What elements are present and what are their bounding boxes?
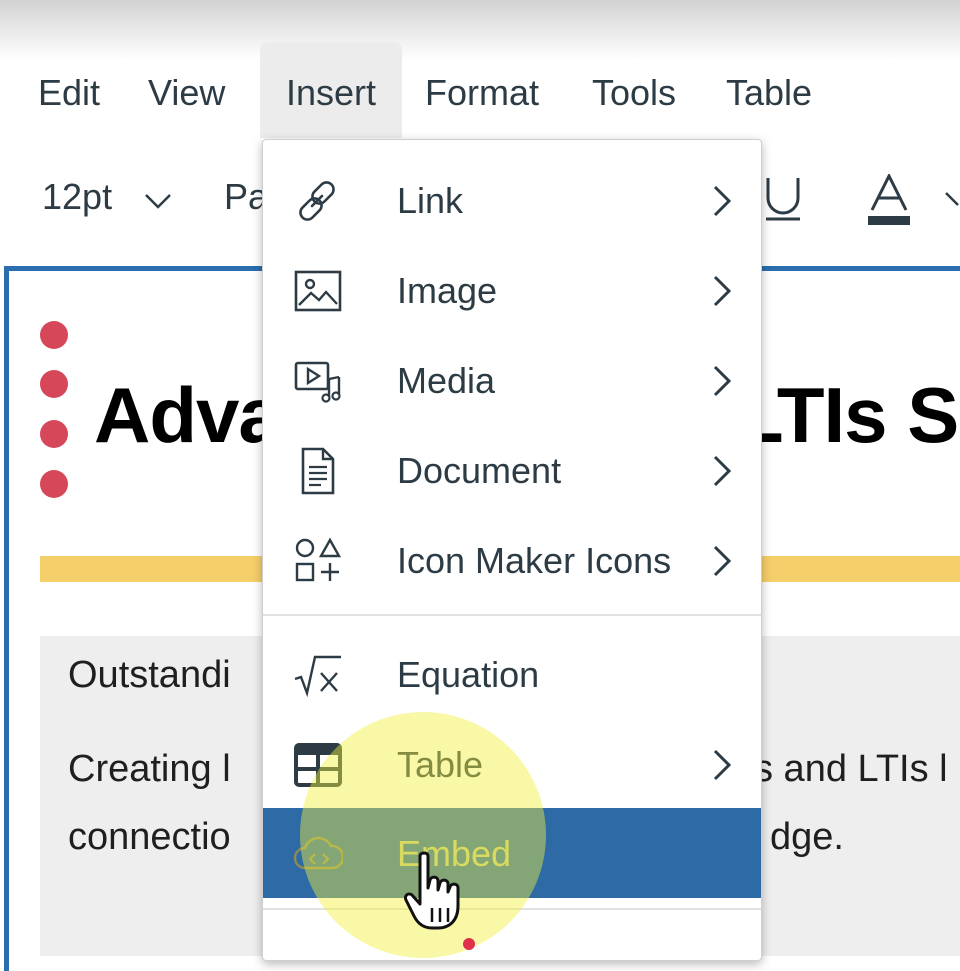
- hand-pointer-cursor-icon: [404, 851, 460, 930]
- menu-item-label: Image: [397, 270, 498, 311]
- body-text-line: s and LTIs l: [754, 748, 948, 790]
- menu-item-label: Document: [397, 450, 562, 491]
- menu-item-label: Table: [397, 744, 484, 785]
- insert-menu-item-media[interactable]: Media: [263, 335, 761, 425]
- menu-view[interactable]: View: [148, 42, 225, 138]
- menu-item-label: Link: [397, 180, 464, 221]
- font-size-value: 12pt: [42, 176, 113, 217]
- link-icon: [299, 181, 335, 221]
- insert-menu-item-image[interactable]: Image: [263, 245, 761, 335]
- text-color-icon[interactable]: [866, 174, 912, 226]
- bullet-dot: [40, 420, 68, 448]
- chevron-down-icon: [145, 194, 171, 209]
- body-text-line: Creating l: [68, 748, 231, 790]
- insert-menu-item-link[interactable]: Link: [263, 155, 761, 245]
- chevron-right-icon: [713, 275, 732, 307]
- bullet-dot: [40, 370, 68, 398]
- page-heading-right: LTIs S: [736, 371, 959, 459]
- body-text-line: dge.: [770, 816, 844, 858]
- body-text-line: connectio: [68, 816, 231, 858]
- cloud-embed-icon: [293, 836, 343, 870]
- menu-item-label: Equation: [397, 654, 540, 695]
- icon-maker-icon: [295, 537, 342, 582]
- menu-insert[interactable]: Insert: [260, 42, 402, 138]
- table-icon: [294, 743, 342, 787]
- menu-edit[interactable]: Edit: [38, 42, 100, 138]
- menu-separator: [263, 908, 761, 910]
- bullet-dot: [40, 321, 68, 349]
- chevron-down-icon[interactable]: [944, 190, 960, 208]
- media-icon: [294, 361, 341, 403]
- menu-item-label: Media: [397, 360, 496, 401]
- menu-item-label: Icon Maker Icons: [397, 540, 672, 581]
- chevron-right-icon: [713, 455, 732, 487]
- menu-table[interactable]: Table: [726, 42, 812, 138]
- menu-format[interactable]: Format: [425, 42, 539, 138]
- document-icon: [301, 447, 335, 495]
- chevron-right-icon: [713, 185, 732, 217]
- menu-separator: [263, 614, 761, 616]
- chevron-right-icon: [713, 749, 732, 781]
- menubar: Edit View Insert Format Tools Table: [0, 42, 960, 138]
- insert-menu-item-icon-maker-icons[interactable]: Icon Maker Icons: [263, 515, 761, 605]
- insert-menu-item-document[interactable]: Document: [263, 425, 761, 515]
- section-title: Outstandi: [68, 654, 231, 696]
- equation-icon: [294, 655, 341, 698]
- menu-tools[interactable]: Tools: [592, 42, 676, 138]
- bullet-dot: [40, 470, 68, 498]
- chevron-right-icon: [713, 545, 732, 577]
- insert-menu-item-embed[interactable]: Embed: [263, 808, 761, 898]
- record-indicator: [463, 938, 475, 950]
- underline-icon[interactable]: [762, 176, 804, 222]
- page-heading-left: Adva: [94, 371, 282, 459]
- insert-menu-dropdown: Link Image Media Document Icon Maker Ico…: [262, 139, 762, 961]
- insert-menu-item-table[interactable]: Table: [263, 719, 761, 809]
- image-icon: [294, 270, 342, 312]
- insert-menu-item-equation[interactable]: Equation: [263, 629, 761, 719]
- chevron-right-icon: [713, 365, 732, 397]
